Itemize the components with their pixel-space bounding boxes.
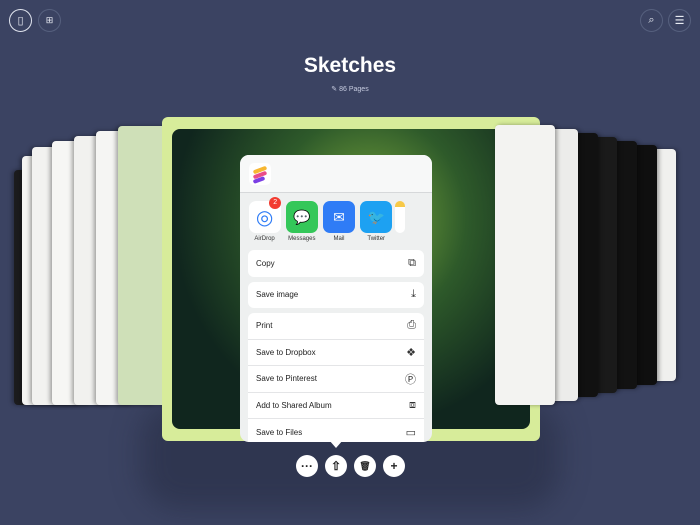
more-icon: ··· bbox=[301, 459, 313, 473]
trash-icon: 🗑 bbox=[359, 460, 371, 471]
stacked-page[interactable] bbox=[495, 125, 555, 405]
action-label: Save image bbox=[256, 290, 299, 300]
add-button[interactable]: + bbox=[383, 455, 405, 477]
menu-icon: ☰ bbox=[674, 15, 685, 27]
action-save-to-pinterest[interactable]: Save to Pinterest Ⓟ bbox=[248, 366, 424, 393]
action-group-more: Print ⎙ Save to Dropbox ❖ Save to Pinterest Ⓟ… bbox=[248, 313, 424, 442]
mail-icon: ✉ bbox=[323, 201, 355, 233]
action-save-image[interactable]: Save image ⤓ bbox=[248, 282, 424, 309]
action-copy[interactable]: Copy ⧉ bbox=[248, 250, 424, 277]
grid-icon: ⊞ bbox=[45, 15, 54, 25]
search-button[interactable]: ⌕ bbox=[640, 9, 663, 32]
shared-album-icon: ⧈ bbox=[409, 398, 416, 411]
share-app-label: Messages bbox=[288, 236, 316, 242]
share-app-twitter[interactable]: 🐦 Twitter bbox=[358, 201, 395, 250]
action-label: Save to Files bbox=[256, 427, 303, 437]
copy-icon: ⧉ bbox=[408, 256, 416, 269]
notes-icon bbox=[394, 201, 405, 233]
page-title: Sketches bbox=[303, 54, 397, 77]
action-group-copy: Copy ⧉ bbox=[248, 250, 424, 277]
search-icon: ⌕ bbox=[648, 14, 655, 26]
share-app-label: AirDrop bbox=[254, 236, 275, 242]
action-save-to-files[interactable]: Save to Files ▭ bbox=[248, 419, 424, 442]
action-label: Print bbox=[256, 321, 273, 331]
print-icon: ⎙ bbox=[407, 319, 416, 332]
share-app-label: Mail bbox=[333, 236, 345, 242]
share-sheet-header bbox=[240, 155, 432, 193]
action-label: Add to Shared Album bbox=[256, 400, 332, 410]
action-print[interactable]: Print ⎙ bbox=[248, 313, 424, 340]
pencil-slash-icon: ✎ bbox=[331, 86, 340, 93]
share-icon: ⇧ bbox=[330, 459, 342, 473]
share-sheet: ◎ 2 AirDrop 💬 Messages ✉ Mail 🐦 Twitter Copy ⧉ Sa… bbox=[240, 155, 432, 442]
action-label: Copy bbox=[256, 258, 275, 268]
dropbox-icon: ❖ bbox=[406, 346, 416, 359]
share-app-messages[interactable]: 💬 Messages bbox=[283, 201, 320, 250]
book-icon: ▯ bbox=[17, 15, 24, 27]
save-icon: ⤓ bbox=[411, 288, 416, 301]
share-app-mail[interactable]: ✉ Mail bbox=[320, 201, 357, 250]
action-label: Save to Pinterest bbox=[256, 374, 317, 384]
pinterest-icon: Ⓟ bbox=[405, 373, 416, 386]
add-icon: + bbox=[390, 459, 398, 473]
action-add-to-shared-album[interactable]: Add to Shared Album ⧈ bbox=[248, 393, 424, 419]
menu-button[interactable]: ☰ bbox=[668, 9, 691, 32]
more-button[interactable]: ··· bbox=[296, 455, 318, 477]
twitter-icon: 🐦 bbox=[360, 201, 393, 233]
share-app-notes-partial[interactable] bbox=[394, 201, 432, 250]
book-view-button[interactable]: ▯ bbox=[9, 9, 32, 32]
trash-button[interactable]: 🗑 bbox=[354, 455, 376, 477]
folder-icon: ▭ bbox=[405, 426, 416, 439]
page-count: ✎ 86 Pages bbox=[331, 86, 369, 93]
share-app-label: Twitter bbox=[367, 236, 386, 242]
share-apps-row: ◎ 2 AirDrop 💬 Messages ✉ Mail 🐦 Twitter bbox=[240, 193, 432, 250]
popover-arrow bbox=[329, 440, 343, 448]
action-label: Save to Dropbox bbox=[256, 347, 316, 357]
action-save-to-dropbox[interactable]: Save to Dropbox ❖ bbox=[248, 340, 424, 366]
share-app-airdrop[interactable]: ◎ 2 AirDrop bbox=[246, 197, 283, 250]
grid-view-button[interactable]: ⊞ bbox=[38, 9, 61, 32]
share-button[interactable]: ⇧ bbox=[325, 455, 347, 477]
app-logo-icon bbox=[249, 163, 271, 185]
action-group-save: Save image ⤓ bbox=[248, 281, 424, 309]
messages-icon: 💬 bbox=[285, 201, 318, 233]
